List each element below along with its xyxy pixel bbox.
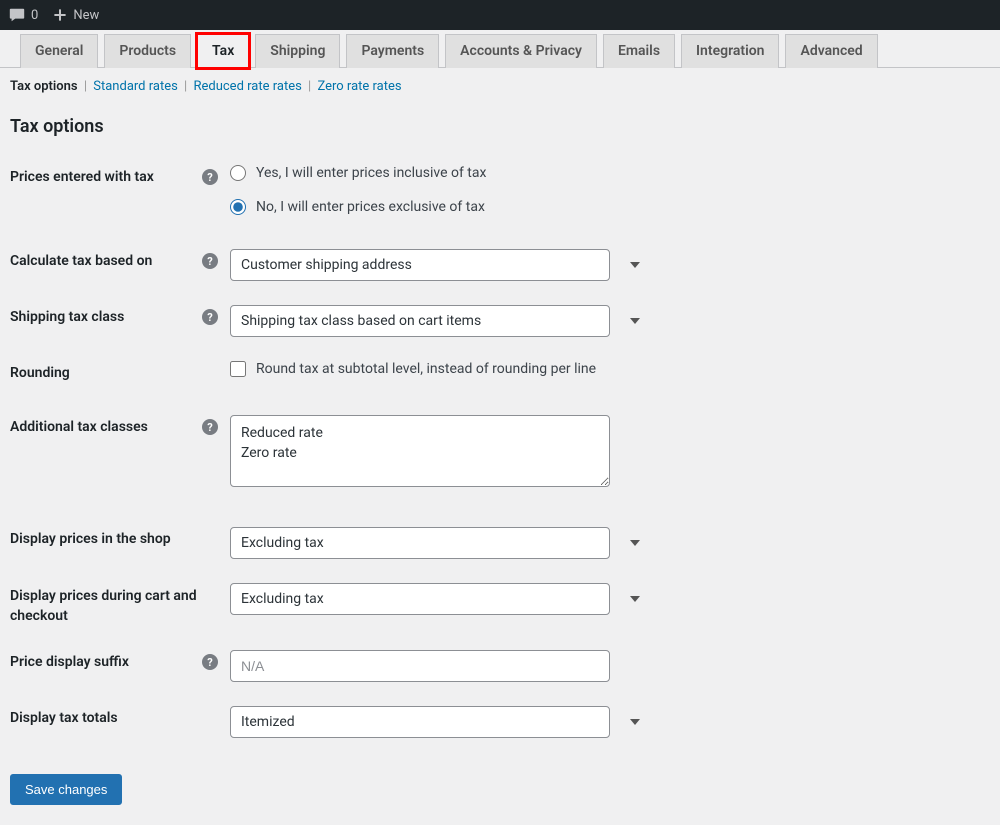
- additional-tax-classes-label: Additional tax classes: [10, 419, 148, 435]
- subnav-reduced-rates[interactable]: Reduced rate rates: [193, 79, 301, 94]
- prices-inclusive-option[interactable]: Yes, I will enter prices inclusive of ta…: [230, 165, 650, 181]
- tax-options-page: Tax options Prices entered with tax ? Ye…: [0, 116, 1000, 825]
- rounding-checkbox[interactable]: [230, 361, 246, 377]
- section-title: Tax options: [10, 116, 990, 137]
- subnav-zero-rates[interactable]: Zero rate rates: [317, 79, 401, 94]
- price-suffix-input[interactable]: [230, 650, 610, 682]
- prices-exclusive-radio[interactable]: [230, 199, 246, 215]
- display-shop-select[interactable]: Excluding tax: [230, 527, 610, 559]
- calculate-based-label: Calculate tax based on: [10, 253, 152, 269]
- help-icon[interactable]: ?: [202, 253, 218, 269]
- rounding-label: Rounding: [10, 365, 70, 381]
- subnav-current: Tax options: [10, 79, 78, 94]
- tab-emails[interactable]: Emails: [603, 34, 675, 68]
- plus-icon: [52, 7, 68, 23]
- display-shop-label: Display prices in the shop: [10, 531, 171, 547]
- tab-general[interactable]: General: [20, 34, 98, 68]
- additional-tax-classes-textarea[interactable]: [230, 415, 610, 487]
- tab-advanced[interactable]: Advanced: [785, 34, 877, 68]
- adminbar-new[interactable]: New: [52, 7, 99, 23]
- tab-integration[interactable]: Integration: [681, 34, 779, 68]
- comments-count: 0: [31, 8, 38, 23]
- calculate-based-select[interactable]: Customer shipping address: [230, 249, 610, 281]
- tab-tax[interactable]: Tax: [197, 34, 249, 68]
- help-icon[interactable]: ?: [202, 309, 218, 325]
- tab-accounts-privacy[interactable]: Accounts & Privacy: [445, 34, 597, 68]
- display-totals-label: Display tax totals: [10, 710, 118, 726]
- prices-entered-label: Prices entered with tax: [10, 169, 154, 185]
- tax-subnav: Tax options | Standard rates | Reduced r…: [0, 68, 1000, 98]
- display-cart-select[interactable]: Excluding tax: [230, 583, 610, 615]
- tab-shipping[interactable]: Shipping: [255, 34, 340, 68]
- adminbar-comments[interactable]: 0: [8, 6, 38, 24]
- save-changes-button[interactable]: Save changes: [10, 774, 122, 805]
- shipping-tax-class-select[interactable]: Shipping tax class based on cart items: [230, 305, 610, 337]
- adminbar-new-label: New: [73, 8, 99, 23]
- display-totals-select[interactable]: Itemized: [230, 706, 610, 738]
- shipping-tax-class-label: Shipping tax class: [10, 309, 124, 325]
- admin-bar: 0 New: [0, 0, 1000, 30]
- subnav-standard-rates[interactable]: Standard rates: [93, 79, 178, 94]
- help-icon[interactable]: ?: [202, 654, 218, 670]
- settings-tabs: General Products Tax Shipping Payments A…: [0, 30, 1000, 68]
- rounding-option[interactable]: Round tax at subtotal level, instead of …: [230, 361, 650, 377]
- comment-icon: [8, 6, 26, 24]
- help-icon[interactable]: ?: [202, 169, 218, 185]
- prices-inclusive-radio[interactable]: [230, 165, 246, 181]
- help-icon[interactable]: ?: [202, 419, 218, 435]
- display-cart-label: Display prices during cart and checkout: [10, 587, 230, 626]
- tab-products[interactable]: Products: [104, 34, 191, 68]
- price-suffix-label: Price display suffix: [10, 654, 129, 670]
- prices-exclusive-option[interactable]: No, I will enter prices exclusive of tax: [230, 199, 650, 215]
- tab-payments[interactable]: Payments: [346, 34, 439, 68]
